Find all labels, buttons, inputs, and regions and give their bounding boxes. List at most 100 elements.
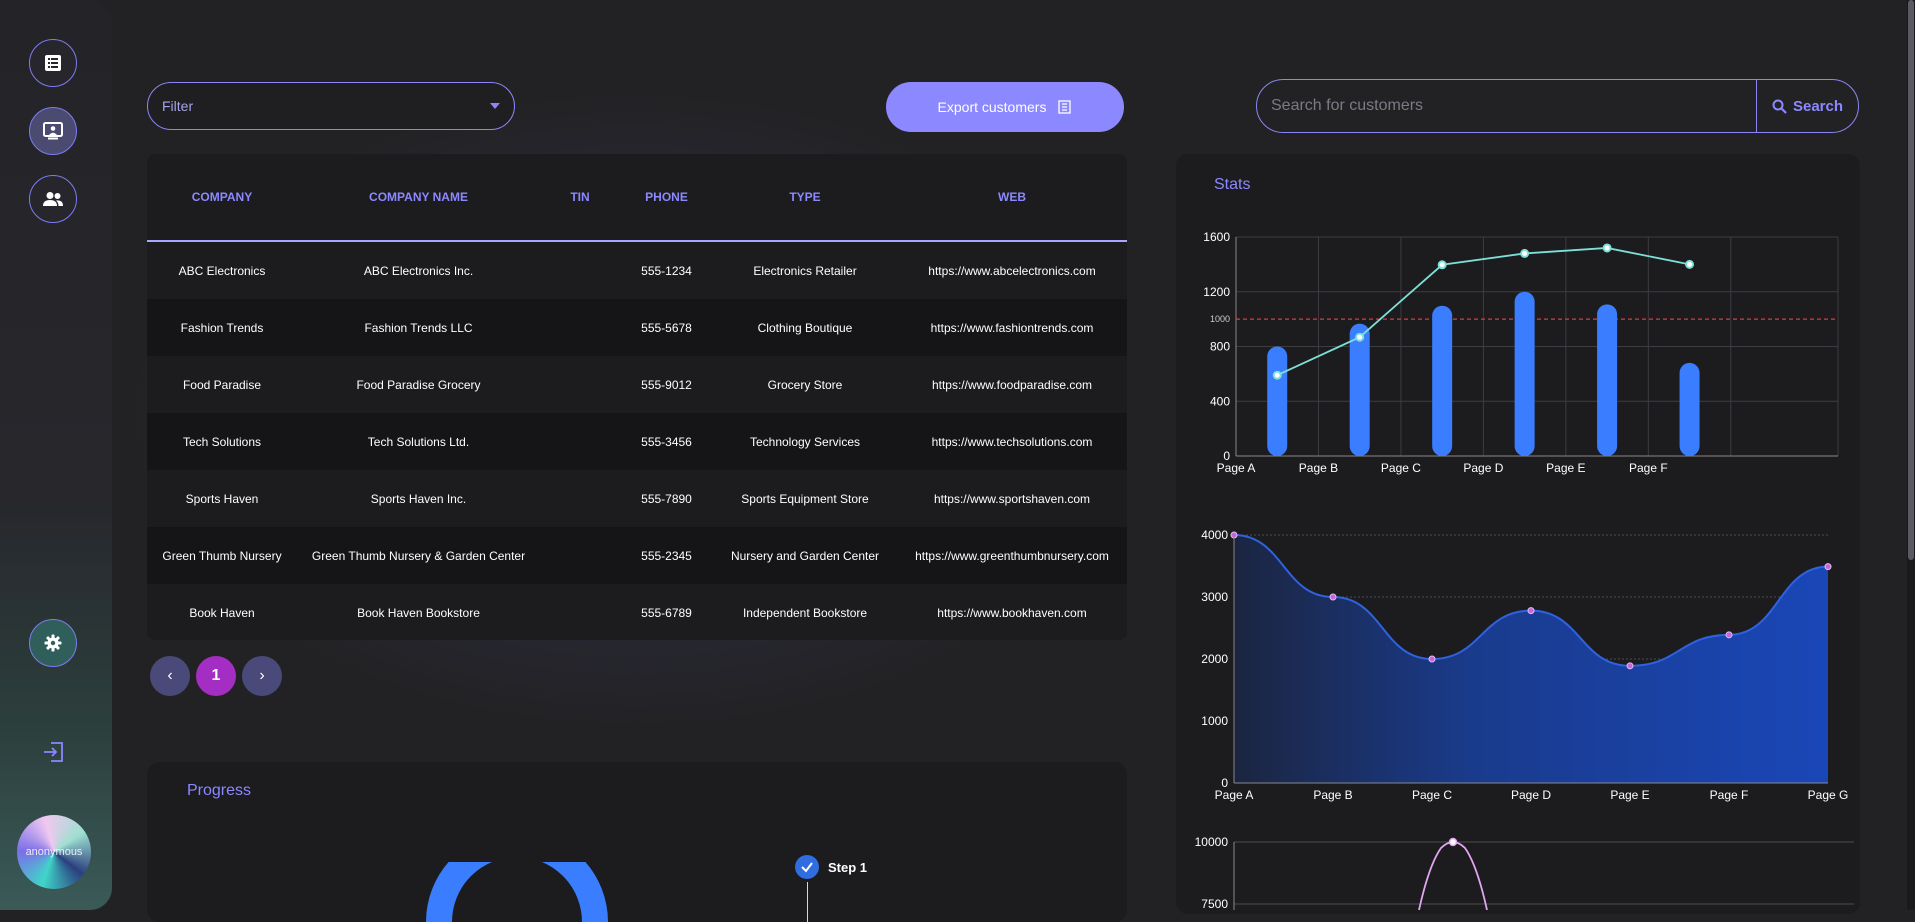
cell-type: Electronics Retailer: [753, 263, 857, 278]
table-row[interactable]: ABC Electronics ABC Electronics Inc. 555…: [147, 242, 1127, 299]
y-tick-label: 800: [1210, 340, 1230, 354]
x-tick-label: Page C: [1412, 788, 1452, 802]
series-line: [1418, 841, 1488, 910]
header-company[interactable]: COMPANY: [147, 190, 297, 204]
x-tick-label: Page D: [1463, 461, 1503, 475]
x-tick-label: Page C: [1381, 461, 1421, 475]
header-phone[interactable]: PHONE: [620, 190, 713, 204]
step-connector: [807, 882, 808, 922]
cell-company-name: Fashion Trends LLC: [364, 320, 473, 335]
prev-page-button[interactable]: ‹: [150, 656, 190, 696]
x-tick-label: Page E: [1546, 461, 1585, 475]
x-tick-label: Page A: [1217, 461, 1256, 475]
settings-button[interactable]: [29, 619, 77, 667]
next-page-button[interactable]: ›: [242, 656, 282, 696]
table-row[interactable]: Tech Solutions Tech Solutions Ltd. 555-3…: [147, 413, 1127, 470]
cell-phone: 555-9012: [641, 377, 692, 392]
chevron-down-icon: [490, 103, 500, 109]
table-row[interactable]: Food Paradise Food Paradise Grocery 555-…: [147, 356, 1127, 413]
cell-company-name: Sports Haven Inc.: [370, 491, 467, 506]
cell-phone: 555-5678: [641, 320, 692, 335]
cell-company: Fashion Trends: [180, 320, 264, 335]
nav-presentation-button[interactable]: [29, 107, 77, 155]
step-1-check[interactable]: [795, 855, 819, 879]
bar: [1349, 323, 1370, 456]
cell-phone: 555-7890: [641, 491, 692, 506]
export-label: Export customers: [937, 99, 1047, 115]
cell-phone: 555-2345: [641, 548, 692, 563]
area-chart: 01000200030004000Page A Page B Page C Page …: [1201, 528, 1849, 802]
avatar[interactable]: anonymous: [17, 815, 91, 889]
cell-company-name: ABC Electronics Inc.: [363, 263, 474, 278]
header-web[interactable]: WEB: [897, 190, 1127, 204]
line-point: [1355, 332, 1365, 342]
x-tick-label: Page A: [1215, 788, 1254, 802]
table-header: COMPANY COMPANY NAME TIN PHONE TYPE WEB: [147, 154, 1127, 242]
cell-web: https://www.bookhaven.com: [937, 605, 1087, 620]
cell-company: Food Paradise: [182, 377, 262, 392]
cell-type: Sports Equipment Store: [741, 491, 869, 506]
header-type[interactable]: TYPE: [713, 190, 897, 204]
bar: [1267, 346, 1288, 456]
search-button[interactable]: Search: [1756, 80, 1858, 132]
filter-select[interactable]: Filter: [147, 82, 515, 130]
scrollbar[interactable]: [1907, 0, 1915, 910]
gear-icon: [44, 634, 62, 652]
export-icon: [1058, 100, 1072, 114]
x-tick-label: Page B: [1299, 461, 1338, 475]
y-tick-label: 1000: [1201, 714, 1228, 728]
y-tick-label: 10000: [1195, 835, 1229, 849]
cell-web: https://www.sportshaven.com: [933, 491, 1091, 506]
cell-company: Green Thumb Nursery: [162, 548, 282, 563]
table-row[interactable]: Book Haven Book Haven Bookstore 555-6789…: [147, 584, 1127, 640]
line-point: [1520, 248, 1530, 258]
list-icon: [45, 55, 61, 71]
cell-type: Grocery Store: [767, 377, 843, 392]
table-row[interactable]: Green Thumb Nursery Green Thumb Nursery …: [147, 527, 1127, 584]
line-point: [1448, 837, 1458, 847]
search-icon: [1772, 99, 1787, 114]
cell-phone: 555-6789: [641, 605, 692, 620]
cell-company: Book Haven: [189, 605, 255, 620]
users-icon: [43, 192, 63, 206]
header-company-name[interactable]: COMPANY NAME: [297, 190, 540, 204]
logout-button[interactable]: [41, 739, 67, 765]
nav-list-button[interactable]: [29, 39, 77, 87]
avatar-text: anonymous: [25, 846, 83, 858]
chevron-left-icon: ‹: [167, 667, 173, 684]
bar: [1514, 291, 1535, 456]
chevron-right-icon: ›: [259, 667, 265, 684]
nav-users-button[interactable]: [29, 175, 77, 223]
table-row[interactable]: Fashion Trends Fashion Trends LLC 555-56…: [147, 299, 1127, 356]
y-tick-label: 4000: [1201, 528, 1228, 542]
bar: [1432, 305, 1453, 456]
area-point: [1626, 662, 1634, 670]
y-tick-label: 1200: [1203, 285, 1230, 299]
stats-title: Stats: [1214, 176, 1251, 193]
search-input[interactable]: [1257, 80, 1756, 132]
table-row[interactable]: Sports Haven Sports Haven Inc. 555-7890 …: [147, 470, 1127, 527]
cell-company-name: Green Thumb Nursery & Garden Center: [311, 548, 526, 563]
area-point: [1527, 607, 1535, 615]
area-point: [1428, 655, 1436, 663]
cell-company: Tech Solutions: [182, 434, 262, 449]
header-tin[interactable]: TIN: [540, 190, 620, 204]
x-tick-label: Page G: [1808, 788, 1849, 802]
cell-web: https://www.fashiontrends.com: [930, 320, 1094, 335]
customers-table: COMPANY COMPANY NAME TIN PHONE TYPE WEB …: [147, 154, 1127, 640]
cell-company-name: Food Paradise Grocery: [356, 377, 481, 392]
cell-type: Clothing Boutique: [757, 320, 853, 335]
check-icon: [801, 862, 813, 873]
bar: [1597, 304, 1618, 456]
page-1-button[interactable]: 1: [196, 656, 236, 696]
presentation-icon: [43, 122, 63, 140]
export-customers-button[interactable]: Export customers: [886, 82, 1124, 132]
cell-web: https://www.techsolutions.com: [931, 434, 1093, 449]
cell-phone: 555-1234: [641, 263, 692, 278]
y-tick-label: 1600: [1203, 230, 1230, 244]
cell-web: https://www.foodparadise.com: [931, 377, 1093, 392]
x-tick-label: Page B: [1313, 788, 1352, 802]
scrollbar-thumb[interactable]: [1908, 0, 1914, 560]
y-tick-label: 7500: [1201, 897, 1228, 910]
line-chart: 7500 10000: [1195, 835, 1854, 910]
